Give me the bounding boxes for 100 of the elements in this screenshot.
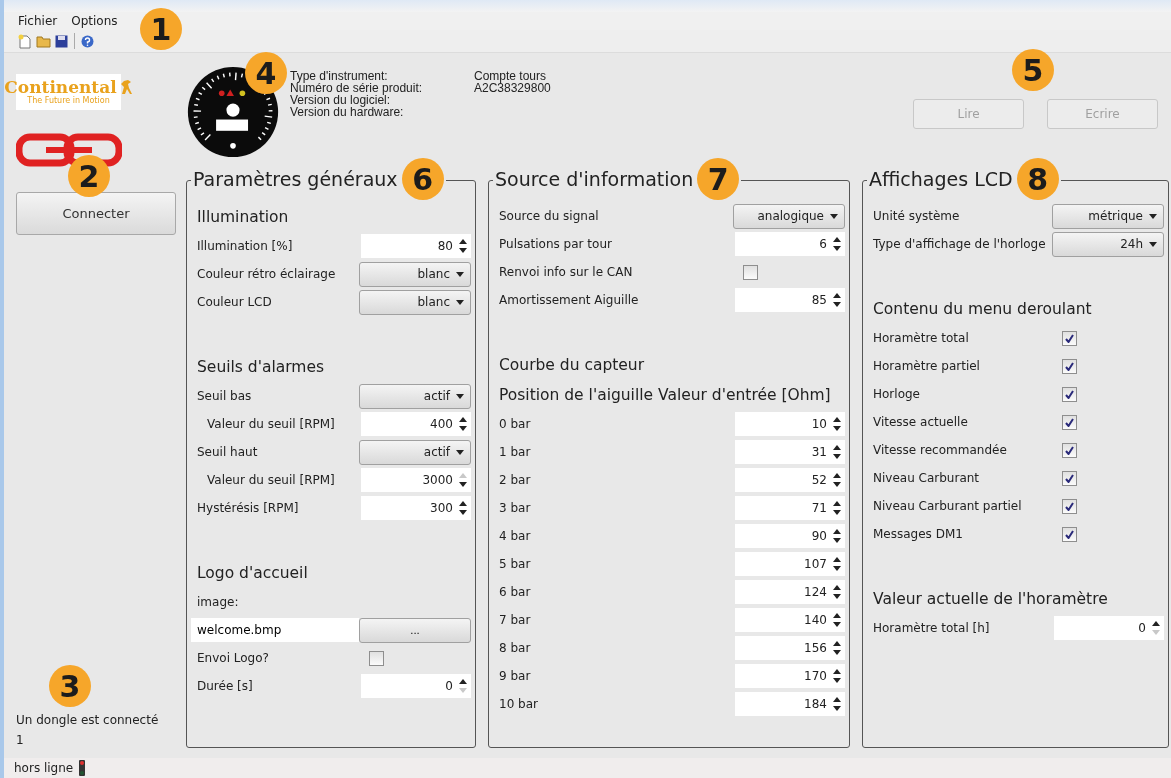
- checkbox[interactable]: [1062, 330, 1077, 346]
- field-label: 0 bar: [499, 417, 532, 431]
- spin-field[interactable]: 6: [735, 232, 845, 256]
- spin-arrows-icon[interactable]: [833, 500, 841, 516]
- spin-arrows-icon[interactable]: [459, 500, 467, 516]
- field-label: Hystérésis [RPM]: [197, 501, 300, 515]
- spin-arrows-icon[interactable]: [833, 528, 841, 544]
- spin-arrows-icon[interactable]: [833, 556, 841, 572]
- dropdown[interactable]: blanc: [359, 261, 471, 287]
- menu-item[interactable]: Options: [71, 14, 118, 28]
- field-label: Durée [s]: [197, 679, 254, 693]
- field-label: 6 bar: [499, 585, 532, 599]
- checkbox[interactable]: [369, 650, 384, 666]
- field-label: Seuil haut: [197, 445, 259, 459]
- spin-arrows-icon[interactable]: [459, 472, 467, 488]
- dongle-status-text: 1: [16, 732, 25, 749]
- spin-arrows-icon[interactable]: [459, 416, 467, 432]
- caret-icon: [456, 449, 464, 455]
- field-label: Couleur rétro éclairage: [197, 267, 337, 281]
- dropdown[interactable]: analogique: [733, 203, 845, 229]
- spin-field[interactable]: 184: [735, 692, 845, 716]
- spin-field[interactable]: 124: [735, 580, 845, 604]
- section-heading: Courbe du capteur: [499, 355, 646, 376]
- field-label: 3 bar: [499, 501, 532, 515]
- info-label: Version du logiciel:: [290, 94, 391, 106]
- info-value: Compte tours: [474, 70, 547, 82]
- field-label: Niveau Carburant partiel: [873, 499, 1023, 513]
- spin-field[interactable]: 85: [735, 288, 845, 312]
- spin-field[interactable]: 107: [735, 552, 845, 576]
- checkbox[interactable]: [1062, 386, 1077, 402]
- spin-field[interactable]: 3000: [361, 468, 471, 492]
- callout-number: 8: [1016, 158, 1059, 200]
- file-path-field[interactable]: welcome.bmp: [191, 618, 359, 642]
- caret-icon: [1149, 213, 1157, 219]
- field-label: 10 bar: [499, 697, 539, 711]
- field-label: 2 bar: [499, 473, 532, 487]
- spin-arrows-icon[interactable]: [833, 612, 841, 628]
- connect-button[interactable]: Connecter: [16, 192, 176, 235]
- panel-title: Source d'information: [495, 168, 694, 190]
- caret-icon: [456, 271, 464, 277]
- checkbox[interactable]: [743, 264, 758, 280]
- dropdown[interactable]: actif: [359, 439, 471, 465]
- spin-arrows-icon[interactable]: [1152, 620, 1160, 636]
- field-label: Vitesse recommandée: [873, 443, 1008, 457]
- spin-arrows-icon[interactable]: [833, 696, 841, 712]
- spin-arrows-icon[interactable]: [833, 584, 841, 600]
- info-label: Numéro de série produit:: [290, 82, 424, 94]
- callout-number: 2: [68, 155, 110, 197]
- spin-field[interactable]: 156: [735, 636, 845, 660]
- spin-field[interactable]: 80: [361, 234, 471, 258]
- section-heading: Illumination: [197, 207, 290, 228]
- spin-arrows-icon[interactable]: [833, 472, 841, 488]
- spin-arrows-icon[interactable]: [833, 236, 841, 252]
- callout-number: 5: [1012, 49, 1054, 91]
- spin-arrows-icon[interactable]: [833, 640, 841, 656]
- spin-arrows-icon[interactable]: [459, 678, 467, 694]
- section-heading: Contenu du menu deroulant: [873, 299, 1093, 320]
- field-label: Envoi Logo?: [197, 651, 270, 665]
- field-label: 4 bar: [499, 529, 532, 543]
- dropdown[interactable]: 24h: [1052, 231, 1164, 257]
- spin-field[interactable]: 140: [735, 608, 845, 632]
- info-label: Type d'instrument:: [290, 70, 388, 82]
- checkbox[interactable]: [1062, 358, 1077, 374]
- checkbox[interactable]: [1062, 498, 1077, 514]
- callout-number: 3: [49, 665, 91, 707]
- spin-field[interactable]: 71: [735, 496, 845, 520]
- spin-field[interactable]: 52: [735, 468, 845, 492]
- spin-field[interactable]: 300: [361, 496, 471, 520]
- checkbox[interactable]: [1062, 414, 1077, 430]
- caret-icon: [456, 393, 464, 399]
- field-label: Messages DM1: [873, 527, 964, 541]
- spin-field[interactable]: 0: [361, 674, 471, 698]
- spin-field[interactable]: 0: [1054, 616, 1164, 640]
- brand-wordmark: Continental: [4, 78, 117, 96]
- spin-field[interactable]: 400: [361, 412, 471, 436]
- checkbox[interactable]: [1062, 442, 1077, 458]
- spin-field[interactable]: 10: [735, 412, 845, 436]
- save-icon[interactable]: [55, 34, 68, 48]
- field-label: Niveau Carburant: [873, 471, 981, 485]
- spin-arrows-icon[interactable]: [833, 416, 841, 432]
- spin-field[interactable]: 170: [735, 664, 845, 688]
- caret-icon: [456, 299, 464, 305]
- help-icon[interactable]: [81, 34, 94, 48]
- spin-arrows-icon[interactable]: [833, 668, 841, 684]
- spin-field[interactable]: 90: [735, 524, 845, 548]
- spin-arrows-icon[interactable]: [833, 292, 841, 308]
- spin-arrows-icon[interactable]: [833, 444, 841, 460]
- checkbox[interactable]: [1062, 526, 1077, 542]
- checkbox[interactable]: [1062, 470, 1077, 486]
- menu-item[interactable]: Fichier: [18, 14, 58, 28]
- field-label: Valeur du seuil [RPM]: [207, 417, 336, 431]
- dropdown[interactable]: actif: [359, 383, 471, 409]
- dropdown[interactable]: métrique: [1052, 203, 1164, 229]
- info-value: A2C38329800: [474, 82, 551, 94]
- field-label: Valeur du seuil [RPM]: [207, 473, 336, 487]
- field-label: Horloge: [873, 387, 921, 401]
- spin-arrows-icon[interactable]: [459, 238, 467, 254]
- dropdown[interactable]: blanc: [359, 289, 471, 315]
- spin-field[interactable]: 31: [735, 440, 845, 464]
- browse-button[interactable]: ...: [359, 617, 471, 643]
